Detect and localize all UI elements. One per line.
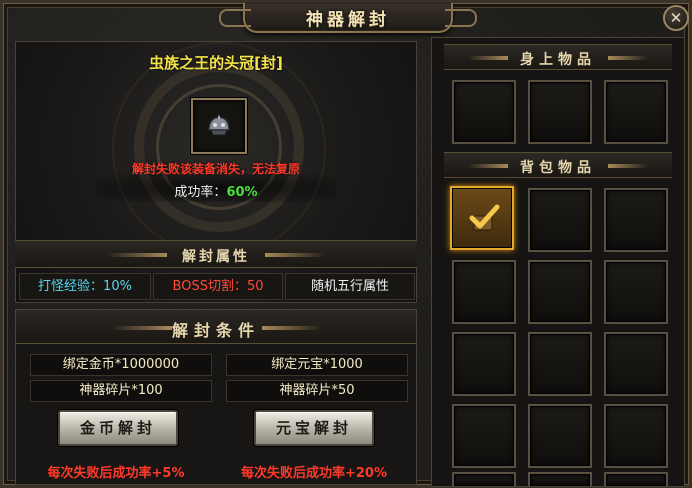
unseal-warning: 解封失败该装备消失，无法复原 bbox=[131, 162, 300, 176]
gold-failure-bonus: 每次失败后成功率+5% bbox=[47, 466, 185, 481]
ingot-fragment-cost: 神器碎片*50 bbox=[226, 380, 408, 402]
gold-fragment-cost: 神器碎片*100 bbox=[30, 380, 212, 402]
bag-slot[interactable] bbox=[604, 472, 668, 486]
bag-slot[interactable] bbox=[452, 332, 516, 396]
bag-slot-selected[interactable] bbox=[450, 186, 514, 250]
success-rate: 成功率：60% bbox=[16, 181, 416, 200]
bag-slot[interactable] bbox=[528, 260, 592, 324]
equipped-slot[interactable] bbox=[452, 80, 516, 144]
ornament-right bbox=[608, 56, 648, 60]
gold-cost: 绑定金币*1000000 bbox=[30, 354, 212, 376]
helmet-icon bbox=[208, 112, 230, 136]
attributes-header: 解封属性 bbox=[15, 240, 417, 268]
attribute-boss-cut: BOSS切割：50 bbox=[153, 273, 283, 300]
artifact-item-name: 虫族之王的头冠[封] bbox=[149, 54, 283, 72]
attributes-header-title: 解封属性 bbox=[182, 249, 250, 265]
bag-slot[interactable] bbox=[604, 188, 668, 252]
window-title: 神器解封 bbox=[306, 10, 390, 30]
bag-slot[interactable] bbox=[604, 404, 668, 468]
attribute-exp: 打怪经验：10% bbox=[19, 273, 151, 300]
artifact-item-slot[interactable] bbox=[191, 98, 247, 154]
close-button[interactable]: ✕ bbox=[663, 5, 689, 31]
bag-slot[interactable] bbox=[528, 188, 592, 252]
close-icon: ✕ bbox=[669, 9, 683, 27]
artifact-unseal-window: 神器解封 ✕ 虫族之王的头冠[封] 解封失败该装备消失，无法复原 成功率：60%… bbox=[0, 0, 692, 488]
attribute-five-elements: 随机五行属性 bbox=[285, 273, 415, 300]
gold-unseal-button[interactable]: 金币解封 bbox=[58, 410, 178, 446]
ingot-failure-bonus: 每次失败后成功率+20% bbox=[240, 466, 387, 481]
bag-slot[interactable] bbox=[452, 404, 516, 468]
ingot-unseal-button[interactable]: 元宝解封 bbox=[254, 410, 374, 446]
ingot-cost: 绑定元宝*1000 bbox=[226, 354, 408, 376]
title-plaque: 神器解封 bbox=[219, 3, 477, 33]
attributes-row: 打怪经验：10% BOSS切割：50 随机五行属性 bbox=[19, 273, 415, 300]
equipped-slot[interactable] bbox=[604, 80, 668, 144]
bag-slot[interactable] bbox=[528, 472, 592, 486]
bag-slot[interactable] bbox=[528, 332, 592, 396]
success-rate-label: 成功率： bbox=[174, 185, 227, 200]
bag-slot[interactable] bbox=[452, 260, 516, 324]
bag-items-header: 背包物品 bbox=[444, 152, 672, 178]
success-rate-value: 60% bbox=[226, 185, 258, 200]
inventory-panel: 身上物品 背包物品 bbox=[431, 37, 685, 487]
bag-slot[interactable] bbox=[604, 332, 668, 396]
ornament-right bbox=[265, 253, 325, 257]
conditions-header-title: 解封条件 bbox=[171, 321, 260, 340]
bag-slot[interactable] bbox=[528, 404, 592, 468]
equipped-items-header: 身上物品 bbox=[444, 44, 672, 70]
bag-slot[interactable] bbox=[452, 472, 516, 486]
bag-slot[interactable] bbox=[604, 260, 668, 324]
equipped-slot[interactable] bbox=[528, 80, 592, 144]
ornament-right bbox=[262, 326, 322, 330]
checkmark-icon bbox=[469, 204, 500, 231]
unseal-conditions-panel: 解封条件 绑定金币*1000000 神器碎片*100 绑定元宝*1000 神器碎… bbox=[15, 309, 417, 485]
ornament-right bbox=[608, 164, 648, 168]
conditions-header: 解封条件 bbox=[16, 310, 416, 344]
